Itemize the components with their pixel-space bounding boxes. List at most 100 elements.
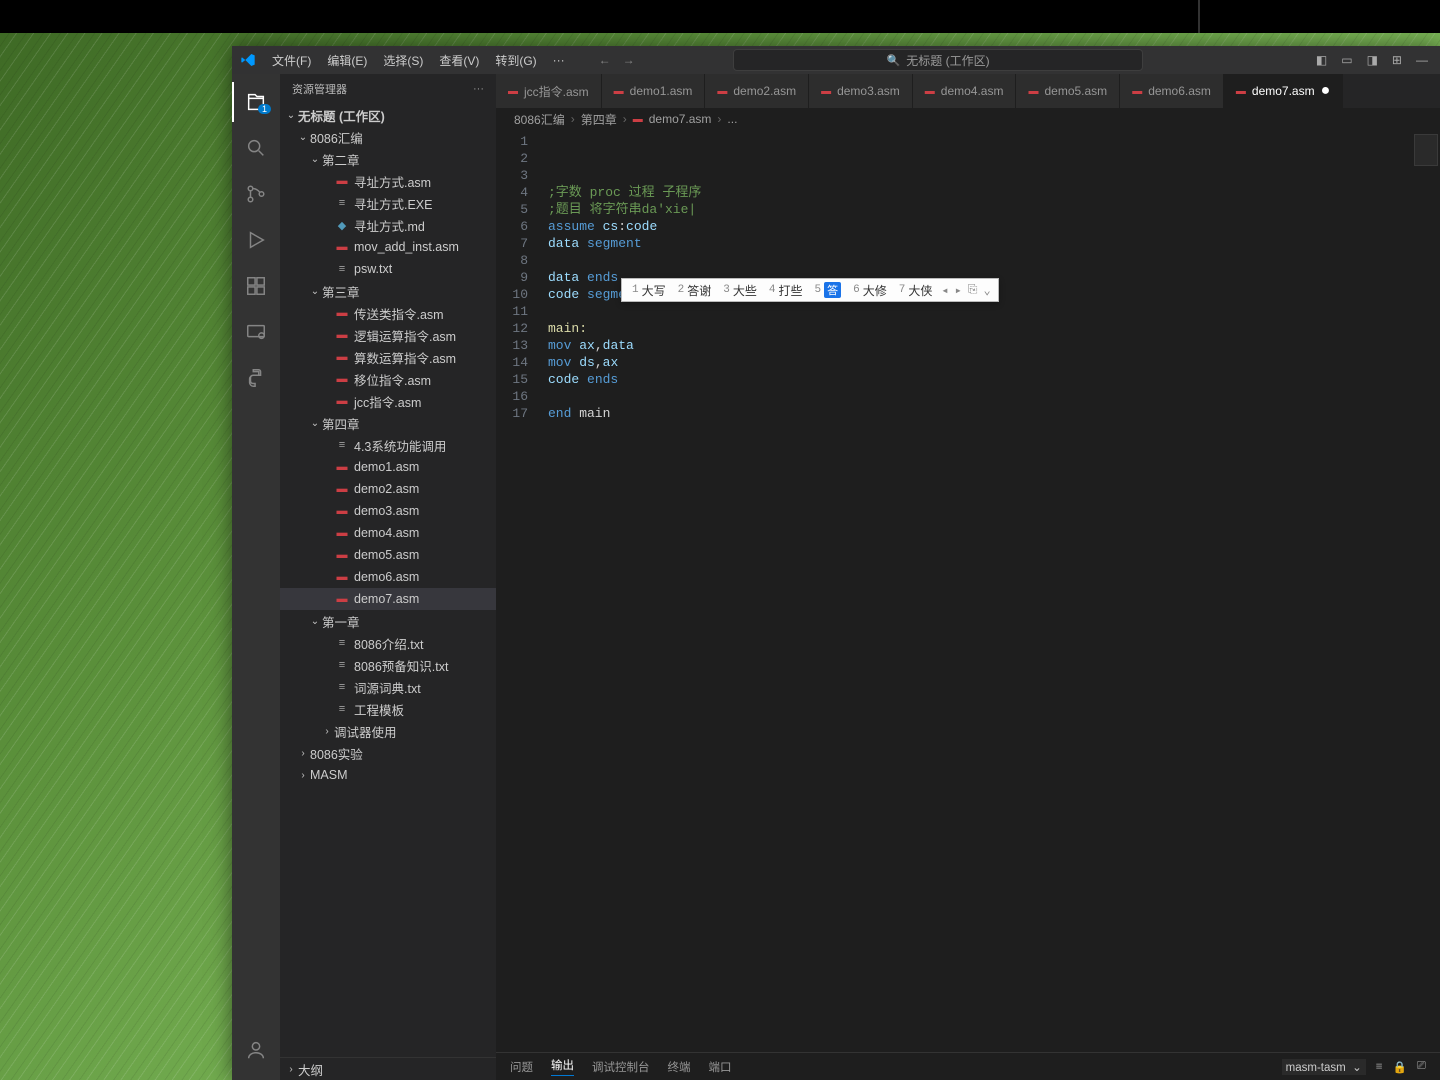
- file-tree: ⌄无标题 (工作区) ⌄8086汇编 ⌄第二章 ▬寻址方式.asm ≡寻址方式.…: [280, 104, 496, 1057]
- tree-folder[interactable]: ›MASM: [280, 764, 496, 786]
- activity-search-icon[interactable]: [232, 128, 280, 168]
- editor-area: ▬jcc指令.asm ▬demo1.asm ▬demo2.asm ▬demo3.…: [496, 74, 1440, 1080]
- tree-file[interactable]: ▬demo6.asm: [280, 566, 496, 588]
- nav-back-icon[interactable]: ←: [595, 51, 615, 69]
- tree-folder[interactable]: ›8086实验: [280, 742, 496, 764]
- panel-filter-icon[interactable]: ≡: [1376, 1061, 1383, 1073]
- ime-candidate-popup[interactable]: 1大写2答谢3大些4打些5答6大修7大侠◂ ▸ ⎘ ⌄: [621, 278, 999, 302]
- tree-file[interactable]: ▬传送类指令.asm: [280, 302, 496, 324]
- activity-run-debug-icon[interactable]: [232, 220, 280, 260]
- editor-tab[interactable]: ▬demo5.asm: [1016, 74, 1120, 108]
- nav-forward-icon[interactable]: →: [619, 51, 639, 69]
- titlebar: 文件(F) 编辑(E) 选择(S) 查看(V) 转到(G) ··· ← → 🔍 …: [232, 46, 1440, 74]
- tree-file[interactable]: ≡8086介绍.txt: [280, 632, 496, 654]
- sidebar-explorer: 资源管理器 ··· ⌄无标题 (工作区) ⌄8086汇编 ⌄第二章 ▬寻址方式.…: [280, 74, 496, 1080]
- menu-select[interactable]: 选择(S): [377, 52, 429, 69]
- ime-prev-icon[interactable]: ◂: [938, 283, 951, 298]
- code-content[interactable]: ;字数 proc 过程 子程序;题目 将字符串da'xie|assume cs:…: [540, 130, 1440, 1052]
- workspace-root[interactable]: ⌄无标题 (工作区): [280, 104, 496, 126]
- ime-candidate[interactable]: 5答: [809, 282, 848, 298]
- ime-candidate[interactable]: 6大修: [847, 282, 893, 299]
- tree-file[interactable]: ≡8086预备知识.txt: [280, 654, 496, 676]
- tree-file[interactable]: ▬移位指令.asm: [280, 368, 496, 390]
- ime-next-icon[interactable]: ▸: [952, 283, 965, 298]
- panel-tab-problems[interactable]: 问题: [510, 1059, 533, 1075]
- layout-sidebar-right-icon[interactable]: ◨: [1363, 51, 1382, 69]
- folder-ch3[interactable]: ⌄第三章: [280, 280, 496, 302]
- activity-source-control-icon[interactable]: [232, 174, 280, 214]
- tree-file[interactable]: ▬jcc指令.asm: [280, 390, 496, 412]
- tree-file[interactable]: ▬demo5.asm: [280, 544, 496, 566]
- layout-panel-icon[interactable]: ▭: [1337, 51, 1356, 69]
- folder-ch1[interactable]: ⌄第一章: [280, 610, 496, 632]
- line-numbers: 1234567891011121314151617: [496, 130, 540, 1052]
- folder-ch4[interactable]: ⌄第四章: [280, 412, 496, 434]
- activity-explorer-icon[interactable]: 1: [232, 82, 280, 122]
- layout-customize-icon[interactable]: ⊞: [1388, 51, 1406, 69]
- tree-file[interactable]: ▬逻辑运算指令.asm: [280, 324, 496, 346]
- ime-candidate[interactable]: 1大写: [626, 282, 672, 299]
- screen-top-bar: [0, 0, 1440, 33]
- vscode-window: 文件(F) 编辑(E) 选择(S) 查看(V) 转到(G) ··· ← → 🔍 …: [232, 46, 1440, 1080]
- panel-tab-output[interactable]: 输出: [551, 1057, 574, 1076]
- menu-goto[interactable]: 转到(G): [489, 52, 542, 69]
- tree-file[interactable]: ◆寻址方式.md: [280, 214, 496, 236]
- editor-tabs: ▬jcc指令.asm ▬demo1.asm ▬demo2.asm ▬demo3.…: [496, 74, 1440, 108]
- menu-file[interactable]: 文件(F): [266, 52, 317, 69]
- tree-file[interactable]: ≡psw.txt: [280, 258, 496, 280]
- menu-view[interactable]: 查看(V): [433, 52, 485, 69]
- folder-8086[interactable]: ⌄8086汇编: [280, 126, 496, 148]
- tree-file[interactable]: ▬demo3.asm: [280, 500, 496, 522]
- menu-edit[interactable]: 编辑(E): [321, 52, 373, 69]
- activity-bar: 1: [232, 74, 280, 1080]
- tree-file[interactable]: ▬mov_add_inst.asm: [280, 236, 496, 258]
- sidebar-more-icon[interactable]: ···: [473, 83, 484, 95]
- layout-sidebar-left-icon[interactable]: ◧: [1312, 51, 1331, 69]
- tree-file[interactable]: ≡寻址方式.EXE: [280, 192, 496, 214]
- command-center[interactable]: 🔍 无标题 (工作区): [733, 49, 1143, 71]
- editor-tab[interactable]: ▬jcc指令.asm: [496, 74, 602, 108]
- activity-account-icon[interactable]: [232, 1030, 280, 1070]
- tree-file[interactable]: ▬demo4.asm: [280, 522, 496, 544]
- tree-folder[interactable]: ›调试器使用: [280, 720, 496, 742]
- search-placeholder: 无标题 (工作区): [906, 52, 989, 69]
- ime-candidate[interactable]: 4打些: [763, 282, 809, 299]
- activity-extensions-icon[interactable]: [232, 266, 280, 306]
- editor-tab[interactable]: ▬demo1.asm: [602, 74, 706, 108]
- ime-candidate[interactable]: 2答谢: [672, 282, 718, 299]
- panel-tab-debug[interactable]: 调试控制台: [592, 1059, 650, 1075]
- code-editor[interactable]: 1234567891011121314151617 ;字数 proc 过程 子程…: [496, 130, 1440, 1052]
- minimap[interactable]: [1414, 134, 1438, 166]
- tree-file[interactable]: ≡4.3系统功能调用: [280, 434, 496, 456]
- ime-expand-icon[interactable]: ⌄: [980, 283, 993, 298]
- editor-tab[interactable]: ▬demo3.asm: [809, 74, 913, 108]
- tree-file[interactable]: ▬寻址方式.asm: [280, 170, 496, 192]
- editor-tab[interactable]: ▬demo4.asm: [913, 74, 1017, 108]
- search-icon: 🔍: [887, 54, 901, 67]
- tree-file[interactable]: ▬demo1.asm: [280, 456, 496, 478]
- activity-python-icon[interactable]: [232, 358, 280, 398]
- tree-file-active[interactable]: ▬demo7.asm: [280, 588, 496, 610]
- breadcrumbs[interactable]: 8086汇编› 第四章› ▬demo7.asm› ...: [496, 108, 1440, 130]
- tree-file[interactable]: ≡词源词典.txt: [280, 676, 496, 698]
- panel-tab-terminal[interactable]: 终端: [668, 1059, 691, 1075]
- panel-clear-icon[interactable]: ⎚: [1417, 1060, 1426, 1073]
- editor-tab-active[interactable]: ▬demo7.asm●: [1224, 74, 1343, 108]
- ime-candidate[interactable]: 3大些: [717, 282, 763, 299]
- tree-file[interactable]: ▬算数运算指令.asm: [280, 346, 496, 368]
- tree-file[interactable]: ≡工程模板: [280, 698, 496, 720]
- window-minimize-icon[interactable]: —: [1412, 51, 1432, 69]
- modified-dot-icon: ●: [1321, 83, 1331, 99]
- menu-more[interactable]: ···: [547, 53, 571, 67]
- ime-candidate[interactable]: 7大侠: [893, 282, 939, 299]
- activity-remote-icon[interactable]: [232, 312, 280, 352]
- ime-tool-icon[interactable]: ⎘: [965, 283, 981, 297]
- outline-section[interactable]: ›大纲: [280, 1058, 496, 1080]
- tree-file[interactable]: ▬demo2.asm: [280, 478, 496, 500]
- output-channel-select[interactable]: masm-tasm ⌄: [1282, 1059, 1366, 1075]
- panel-tab-ports[interactable]: 端口: [709, 1059, 732, 1075]
- editor-tab[interactable]: ▬demo6.asm: [1120, 74, 1224, 108]
- folder-ch2[interactable]: ⌄第二章: [280, 148, 496, 170]
- editor-tab[interactable]: ▬demo2.asm: [705, 74, 809, 108]
- panel-lock-icon[interactable]: 🔒: [1392, 1060, 1406, 1074]
